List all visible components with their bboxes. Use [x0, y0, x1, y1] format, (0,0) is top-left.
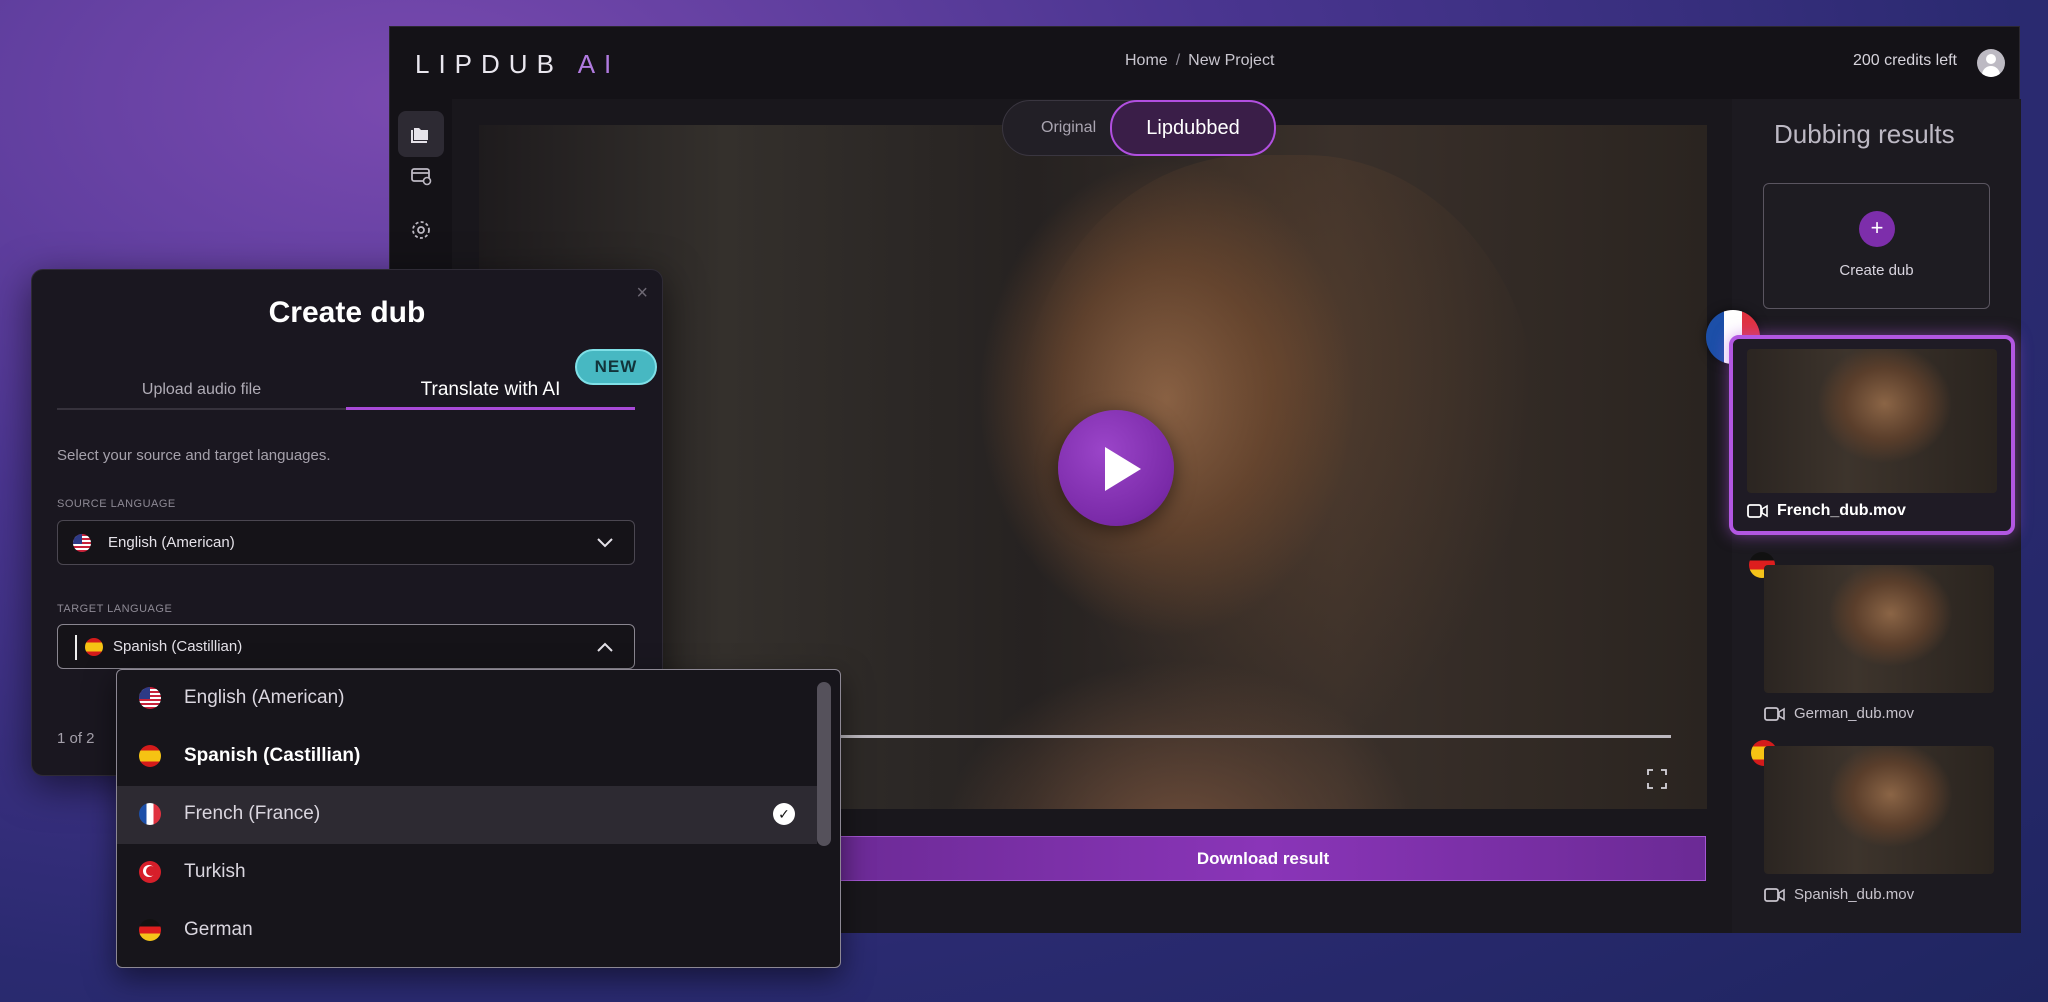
gear-icon	[412, 221, 430, 239]
logo[interactable]: LIPDUB AI	[415, 49, 620, 80]
avatar-head	[1986, 54, 1996, 64]
dialog-hint: Select your source and target languages.	[57, 447, 331, 464]
germany-flag-icon	[139, 919, 161, 941]
toggle-lipdubbed[interactable]: Lipdubbed	[1110, 100, 1276, 156]
language-option-spanish[interactable]: Spanish (Castillian)	[117, 728, 817, 786]
avatar[interactable]	[1977, 49, 2005, 77]
dropdown-scrollbar[interactable]	[817, 682, 831, 846]
target-language-label: TARGET LANGUAGE	[57, 603, 173, 615]
play-button[interactable]	[1058, 410, 1174, 526]
option-label: Turkish	[184, 861, 246, 882]
folder-icon	[411, 128, 428, 143]
breadcrumb-home[interactable]: Home	[1125, 52, 1168, 69]
create-dub-card[interactable]: + Create dub	[1763, 183, 1990, 309]
dub-file-label: German_dub.mov	[1764, 705, 1914, 722]
language-option-english[interactable]: English (American)	[117, 670, 817, 728]
us-flag-icon	[139, 687, 161, 709]
create-dub-label: Create dub	[1839, 262, 1914, 279]
new-badge: NEW	[575, 349, 657, 385]
view-toggle: Original Lipdubbed	[1002, 100, 1276, 156]
language-option-german[interactable]: German	[117, 902, 817, 960]
source-language-value: English (American)	[108, 534, 235, 551]
chevron-down-icon	[597, 538, 613, 548]
source-language-select[interactable]: English (American)	[57, 520, 635, 565]
tab-upload-audio[interactable]: Upload audio file	[57, 370, 346, 410]
dub-file-name: Spanish_dub.mov	[1794, 886, 1915, 903]
download-result-button[interactable]: Download result	[820, 836, 1706, 881]
option-label: English (American)	[184, 687, 345, 708]
billing-icon	[411, 168, 432, 186]
language-option-turkish[interactable]: Turkish	[117, 844, 817, 902]
sidebar-item-settings[interactable]	[398, 207, 444, 253]
spain-flag-icon	[85, 638, 103, 656]
breadcrumb-current: New Project	[1188, 52, 1275, 69]
dub-result-french[interactable]: French_dub.mov	[1729, 335, 2015, 535]
check-icon: ✓	[773, 803, 795, 825]
credits-counter: 200 credits left	[1852, 52, 1957, 69]
results-title: Dubbing results	[1774, 119, 1955, 149]
dub-file-name: French_dub.mov	[1777, 502, 1906, 519]
dub-file-name: German_dub.mov	[1794, 705, 1915, 722]
dub-file-label: French_dub.mov	[1747, 502, 1906, 520]
dialog-tabs: Upload audio file Translate with AI	[57, 370, 635, 410]
pager: 1 of 2	[57, 730, 95, 747]
france-flag-icon	[139, 803, 161, 825]
source-language-label: SOURCE LANGUAGE	[57, 498, 176, 510]
turkey-flag-icon	[139, 861, 161, 883]
video-thumbnail	[1764, 746, 1994, 874]
video-thumbnail	[1747, 349, 1997, 493]
top-bar: LIPDUB AI Home / New Project 200 credits l…	[390, 27, 2019, 99]
spain-flag-icon	[139, 745, 161, 767]
sidebar-item-projects[interactable]	[398, 111, 444, 157]
us-flag-icon	[73, 534, 91, 552]
sidebar-item-billing[interactable]	[398, 153, 444, 199]
logo-text: LIPDUB	[415, 49, 578, 79]
target-language-select[interactable]: Spanish (Castillian)	[57, 624, 635, 669]
option-label: Spanish (Castillian)	[184, 745, 361, 766]
video-camera-icon	[1764, 706, 1785, 721]
dub-file-label: Spanish_dub.mov	[1764, 886, 1914, 903]
dialog-title: Create dub	[268, 296, 426, 329]
video-thumbnail	[1764, 565, 1994, 693]
target-language-value: Spanish (Castillian)	[113, 638, 243, 655]
language-dropdown: English (American) Spanish (Castillian) …	[116, 669, 841, 968]
breadcrumb: Home / New Project	[1125, 52, 1274, 70]
text-cursor	[75, 635, 77, 660]
video-camera-icon	[1747, 504, 1768, 518]
breadcrumb-separator: /	[1175, 52, 1181, 69]
option-label: French (France)	[184, 803, 321, 824]
toggle-original[interactable]: Original	[1041, 101, 1096, 155]
logo-ai: AI	[577, 49, 621, 79]
option-label: German	[184, 919, 253, 940]
language-option-french[interactable]: French (France) ✓	[117, 786, 817, 844]
avatar-body	[1982, 66, 2000, 77]
fullscreen-icon[interactable]	[1647, 769, 1667, 789]
video-camera-icon	[1764, 887, 1785, 902]
chevron-up-icon	[597, 642, 613, 652]
plus-icon: +	[1859, 211, 1895, 247]
